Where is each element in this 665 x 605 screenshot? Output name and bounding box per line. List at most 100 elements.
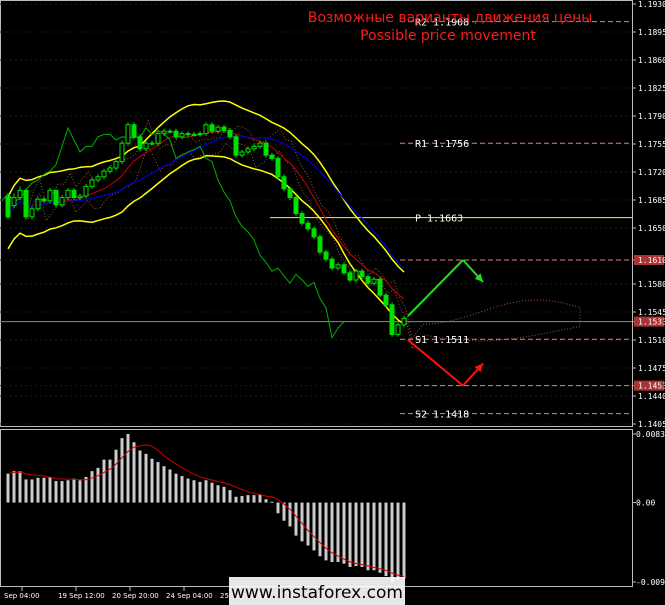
price-tick-label: 1.1790: [638, 112, 665, 121]
candle-body: [251, 145, 257, 150]
candle-body: [317, 236, 323, 253]
candle-body: [203, 124, 209, 135]
histogram-bar: [288, 502, 292, 527]
histogram-bar: [42, 477, 46, 503]
histogram-bar: [258, 494, 262, 503]
candle-body: [215, 126, 221, 132]
candle-body: [335, 264, 341, 269]
price-tick-label: 1.1475: [638, 364, 665, 373]
histogram-bar: [72, 478, 76, 503]
forex-chart: R2 1.1908R1 1.1756P 1.1663S1 1.1511S2 1.…: [0, 0, 665, 605]
time-tick-label: 19 Sep 12:00: [58, 592, 105, 600]
histogram-bar: [306, 502, 310, 546]
histogram-bar: [132, 442, 136, 503]
histogram-bar: [12, 471, 16, 503]
histogram-bar: [396, 502, 400, 580]
histogram-bar: [36, 477, 40, 503]
histogram-bar: [48, 476, 52, 503]
histogram-bar: [138, 450, 142, 503]
histogram-bar: [402, 502, 406, 579]
candle-body: [161, 130, 167, 135]
histogram-bar: [240, 495, 244, 503]
candle-body: [149, 142, 155, 145]
histogram-bar: [102, 459, 106, 503]
histogram-bar: [150, 458, 154, 503]
price-tick-label: 1.1825: [638, 84, 665, 93]
histogram-bar: [270, 501, 274, 503]
histogram-bar: [198, 481, 202, 503]
histogram-bar: [84, 476, 88, 503]
candle-body: [281, 176, 287, 190]
histogram-bar: [234, 496, 238, 503]
candle-body: [137, 136, 143, 150]
histogram-bar: [108, 459, 112, 503]
candle-body: [227, 129, 233, 138]
time-tick-label: 24 Sep 04:00: [166, 592, 213, 600]
histogram-bar: [156, 462, 160, 503]
candle-body: [209, 124, 215, 132]
histogram-bar: [30, 479, 34, 503]
candle-body: [377, 278, 383, 296]
price-tick-label: 1.1510: [638, 336, 665, 345]
candle-body: [383, 294, 389, 306]
indicator-tick-label: -0.00962: [636, 578, 665, 587]
candle-body: [71, 189, 77, 199]
candle-body: [131, 124, 137, 138]
histogram-bar: [162, 466, 166, 503]
candle-body: [293, 197, 299, 215]
candle-body: [53, 189, 59, 206]
price-tick-label: 1.1860: [638, 56, 665, 65]
histogram-bar: [90, 471, 94, 503]
price-tick-label: 1.1685: [638, 196, 665, 205]
histogram-bar: [54, 481, 58, 503]
candle-body: [173, 130, 179, 138]
candle-body: [311, 228, 317, 238]
histogram-bar: [144, 453, 148, 503]
histogram-bar: [78, 480, 82, 503]
candle-body: [221, 126, 227, 131]
price-tick-label: 1.1755: [638, 140, 665, 149]
price-tick-label: 1.1533: [638, 318, 665, 327]
candle-body: [167, 130, 173, 133]
price-tick-label: 1.1453: [638, 382, 665, 391]
histogram-bar: [60, 481, 64, 503]
histogram-bar: [372, 502, 376, 571]
candle-body: [29, 208, 35, 218]
candle-body: [401, 317, 407, 326]
price-tick-label: 1.1580: [638, 280, 665, 289]
candle-body: [359, 270, 365, 278]
histogram-bar: [390, 502, 394, 582]
histogram-bar: [216, 485, 220, 503]
candle-body: [101, 170, 107, 178]
histogram-bar: [252, 495, 256, 503]
histogram-bar: [210, 482, 214, 503]
title-russian: Возможные варианты движения цены: [308, 10, 593, 26]
candle-body: [245, 148, 251, 153]
candle-body: [287, 188, 293, 199]
price-tick-label: 1.1720: [638, 168, 665, 177]
watermark-badge: www.instaforex.com: [229, 577, 405, 605]
histogram-bar: [342, 502, 346, 564]
candle-body: [365, 276, 371, 284]
candle-body: [323, 251, 329, 260]
histogram-bar: [120, 438, 124, 503]
candle-body: [65, 189, 71, 199]
candle-body: [233, 136, 239, 156]
candle-body: [395, 324, 401, 335]
histogram-bar: [204, 480, 208, 503]
candle-body: [371, 278, 377, 284]
watermark-text: www.instaforex.com: [231, 583, 403, 603]
candle-body: [95, 176, 101, 181]
candle-body: [59, 197, 65, 206]
candle-body: [77, 195, 83, 199]
histogram-bar: [366, 502, 370, 571]
time-tick-label: Sep 04:00: [4, 592, 40, 600]
candle-body: [185, 133, 191, 136]
histogram-bar: [18, 471, 22, 503]
candle-body: [83, 185, 89, 197]
candle-body: [23, 189, 29, 218]
candle-body: [41, 198, 47, 202]
pivot-label: S1 1.1511: [415, 335, 469, 346]
title-english: Possible price movement: [360, 28, 536, 44]
candle-body: [197, 133, 203, 136]
